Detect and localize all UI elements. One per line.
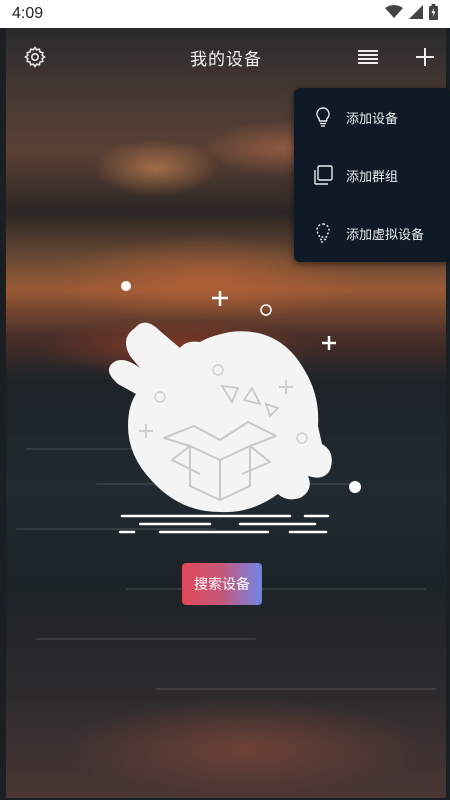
menu-item-add-virtual-device[interactable]: 添加虚拟设备 xyxy=(294,204,450,262)
status-icons xyxy=(385,3,438,25)
battery-charging-icon xyxy=(429,3,438,25)
menu-item-label: 添加群组 xyxy=(346,169,399,185)
plus-icon[interactable] xyxy=(408,40,442,74)
page-title: 我的设备 xyxy=(190,49,262,70)
menu-item-add-group[interactable]: 添加群组 xyxy=(294,146,450,204)
menu-item-label: 添加设备 xyxy=(346,111,399,127)
wave-line xyxy=(156,688,436,690)
wave-line xyxy=(126,588,426,590)
status-time: 4:09 xyxy=(12,5,44,22)
empty-box-illustration xyxy=(100,276,370,546)
app-bar: 我的设备 xyxy=(6,28,446,86)
group-icon xyxy=(312,164,334,186)
status-bar: 4:09 xyxy=(0,0,450,28)
gear-icon[interactable] xyxy=(18,40,52,74)
wifi-icon xyxy=(385,4,403,24)
wave-line xyxy=(36,638,256,640)
dashed-bulb-icon xyxy=(312,222,334,244)
search-devices-button[interactable]: 搜索设备 xyxy=(182,563,262,605)
menu-item-label: 添加虚拟设备 xyxy=(346,227,425,243)
bulb-icon xyxy=(312,106,334,128)
add-menu: 添加设备 添加群组 添加虚拟设备 xyxy=(294,88,450,262)
list-icon[interactable] xyxy=(351,40,385,74)
signal-icon xyxy=(409,4,423,24)
menu-item-add-device[interactable]: 添加设备 xyxy=(294,88,450,146)
